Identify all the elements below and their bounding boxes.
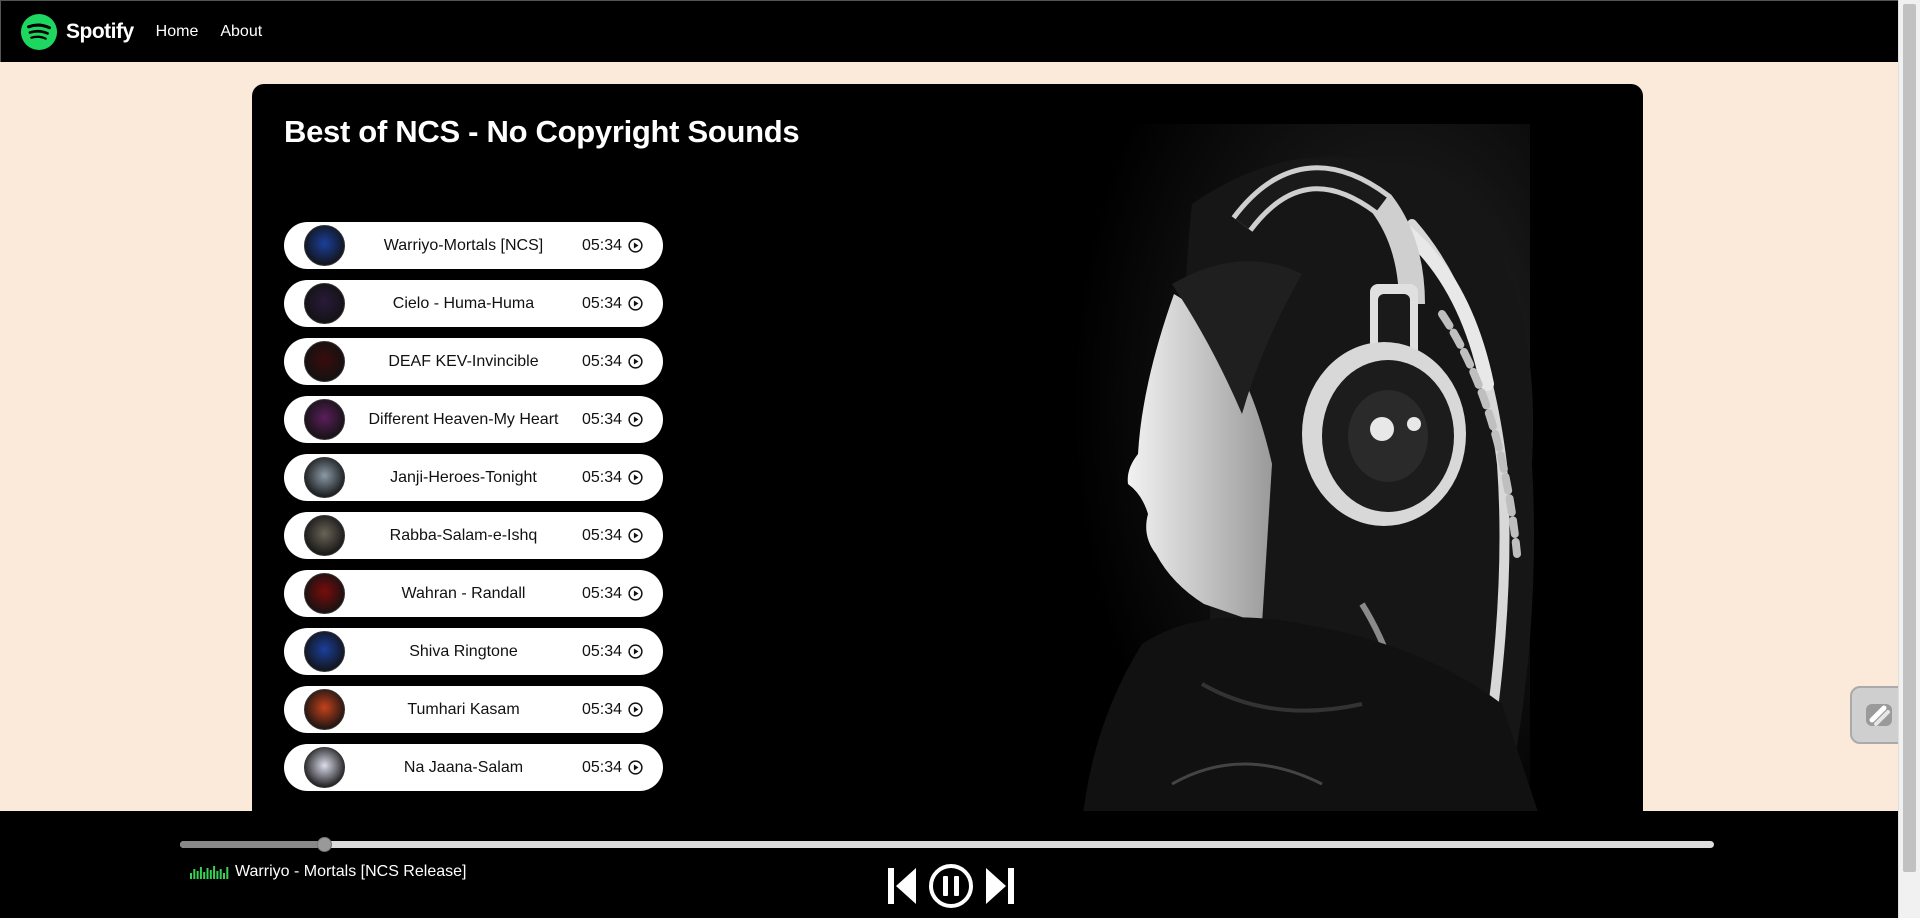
song-cover-thumbnail — [304, 631, 345, 672]
brand[interactable]: Spotify — [20, 13, 134, 51]
song-name: DEAF KEV-Invincible — [388, 352, 539, 370]
song-duration: 05:34 — [581, 352, 622, 370]
pause-icon[interactable] — [928, 863, 974, 909]
song-name: Wahran - Randall — [401, 584, 526, 602]
play-circle-icon[interactable] — [628, 702, 643, 717]
song-duration: 05:34 — [581, 294, 622, 312]
song-cover-thumbnail — [304, 747, 345, 788]
player-controls — [886, 863, 1016, 909]
page-scrollbar[interactable] — [1898, 0, 1920, 918]
banner-image — [942, 84, 1586, 824]
equalizer-bar — [206, 868, 209, 879]
progress-knob[interactable] — [317, 837, 333, 852]
song-item[interactable]: Janji-Heroes-Tonight 05:34 — [284, 454, 663, 501]
brand-name: Spotify — [66, 19, 134, 43]
player-bar: Warriyo - Mortals [NCS Release] — [0, 811, 1898, 918]
play-circle-icon[interactable] — [628, 586, 643, 601]
scrollbar-thumb[interactable] — [1903, 4, 1916, 872]
song-cover-thumbnail — [304, 515, 345, 556]
progress-track[interactable] — [180, 837, 1714, 852]
song-cover-thumbnail — [304, 573, 345, 614]
song-duration: 05:34 — [581, 526, 622, 544]
song-item[interactable]: Rabba-Salam-e-Ishq 05:34 — [284, 512, 663, 559]
song-name: Shiva Ringtone — [409, 642, 518, 660]
song-name: Cielo - Huma-Huma — [392, 294, 535, 312]
song-duration: 05:34 — [581, 584, 622, 602]
song-name: Warriyo-Mortals [NCS] — [383, 236, 544, 254]
song-duration: 05:34 — [581, 642, 622, 660]
play-circle-icon[interactable] — [628, 296, 643, 311]
song-duration: 05:34 — [581, 758, 622, 776]
equalizer-bar — [209, 870, 212, 879]
song-name: Different Heaven-My Heart — [368, 410, 559, 428]
equalizer-bar — [223, 873, 225, 879]
playlist-title: Best of NCS - No Copyright Sounds — [284, 114, 800, 149]
navbar: Spotify Home About — [0, 0, 1898, 62]
song-duration: 05:34 — [581, 236, 622, 254]
song-duration: 05:34 — [581, 700, 622, 718]
equalizer-bar — [199, 867, 202, 879]
spotify-logo-icon — [20, 13, 58, 50]
equalizer-bar — [196, 871, 199, 879]
song-cover-thumbnail — [304, 225, 345, 266]
equalizer-bar — [193, 869, 196, 879]
play-circle-icon[interactable] — [628, 470, 643, 485]
song-item[interactable]: Shiva Ringtone 05:34 — [284, 628, 663, 675]
play-circle-icon[interactable] — [628, 354, 643, 369]
equalizer-bar — [213, 866, 216, 879]
banner-illustration — [942, 84, 1586, 824]
song-cover-thumbnail — [304, 399, 345, 440]
equalizer-bar — [226, 867, 229, 879]
play-circle-icon[interactable] — [628, 528, 643, 543]
equalizer-bar — [190, 873, 192, 879]
song-item[interactable]: Cielo - Huma-Huma 05:34 — [284, 280, 663, 327]
equalizer-bar — [219, 869, 222, 879]
equalizer-bar — [203, 872, 206, 879]
song-item[interactable]: Na Jaana-Salam 05:34 — [284, 744, 663, 791]
play-circle-icon[interactable] — [628, 760, 643, 775]
song-item[interactable]: DEAF KEV-Invincible 05:34 — [284, 338, 663, 385]
slash-logo-icon — [1866, 704, 1892, 726]
song-cover-thumbnail — [304, 341, 345, 382]
song-duration: 05:34 — [581, 468, 622, 486]
song-list: Warriyo-Mortals [NCS] 05:34 Cielo - Huma-H… — [284, 222, 663, 802]
song-name: Janji-Heroes-Tonight — [390, 468, 537, 486]
song-name: Na Jaana-Salam — [403, 758, 524, 776]
next-icon[interactable] — [984, 864, 1016, 908]
song-duration: 05:34 — [581, 410, 622, 428]
previous-icon[interactable] — [886, 864, 918, 908]
playlist-container: Best of NCS - No Copyright Sounds Warriy… — [252, 84, 1643, 824]
song-item[interactable]: Warriyo-Mortals [NCS] 05:34 — [284, 222, 663, 269]
nav-home-link[interactable]: Home — [156, 23, 199, 41]
now-playing-title: Warriyo - Mortals [NCS Release] — [235, 863, 467, 880]
song-name: Rabba-Salam-e-Ishq — [389, 526, 538, 544]
play-circle-icon[interactable] — [628, 412, 643, 427]
progress-fill — [180, 841, 325, 848]
song-item[interactable]: Wahran - Randall 05:34 — [284, 570, 663, 617]
nav-about-link[interactable]: About — [220, 23, 262, 41]
song-cover-thumbnail — [304, 457, 345, 498]
song-name: Tumhari Kasam — [407, 700, 520, 718]
song-item[interactable]: Tumhari Kasam 05:34 — [284, 686, 663, 733]
song-item[interactable]: Different Heaven-My Heart 05:34 — [284, 396, 663, 443]
song-cover-thumbnail — [304, 283, 345, 324]
song-cover-thumbnail — [304, 689, 345, 730]
equalizer-icon — [190, 866, 229, 879]
equalizer-bar — [216, 871, 219, 879]
play-circle-icon[interactable] — [628, 238, 643, 253]
now-playing: Warriyo - Mortals [NCS Release] — [190, 863, 466, 881]
play-circle-icon[interactable] — [628, 644, 643, 659]
